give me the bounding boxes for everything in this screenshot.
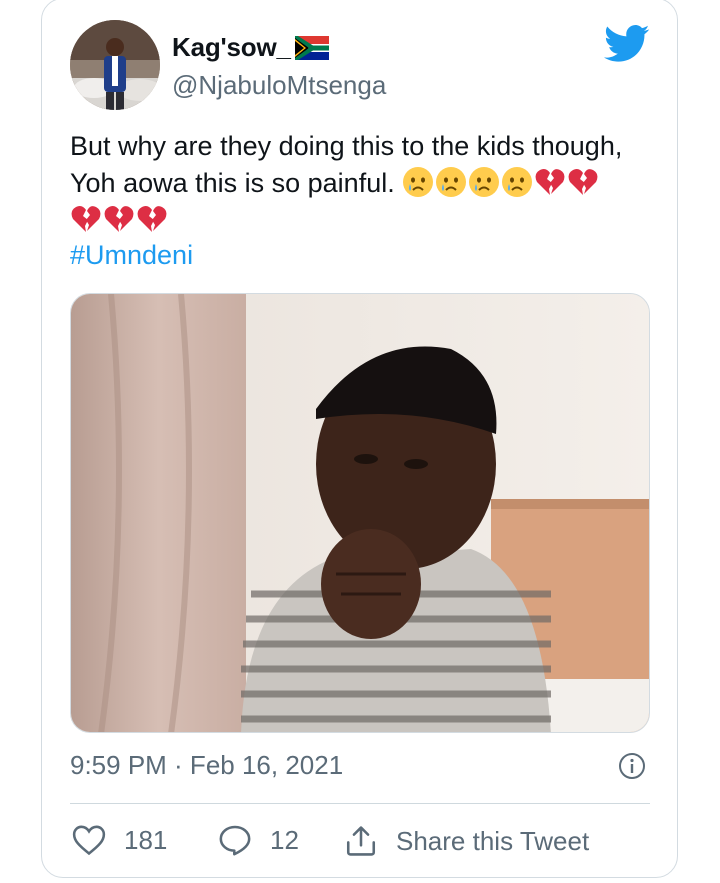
avatar[interactable] [70,20,160,110]
author-display-name[interactable]: Kag'sow_ [172,32,291,63]
twitter-bird-icon[interactable] [604,24,650,64]
crying-face-icon [403,167,434,197]
divider [70,803,650,804]
author-name-row[interactable]: Kag'sow_ [172,32,329,63]
hashtag-link[interactable]: #Umndeni [70,240,193,271]
profile-photo-icon [70,20,160,110]
broken-heart-icon [568,169,598,195]
tweet-text-line-1: But why are they doing this to the kids … [70,131,623,161]
author-handle[interactable]: @NjabuloMtsenga [172,70,386,101]
reply-button[interactable]: 12 [218,824,299,856]
info-icon[interactable] [618,752,646,780]
tweet-text-line-2: Yoh aowa this is so painful. [70,168,395,198]
broken-heart-icon [137,206,167,232]
south-africa-flag-icon [294,35,329,60]
tweet-media[interactable] [70,293,650,733]
broken-heart-icon [104,206,134,232]
share-label: Share this Tweet [396,825,590,856]
crying-face-icon [502,167,533,197]
broken-heart-icon [71,206,101,232]
reply-bubble-icon [219,825,251,856]
crying-face-icon [436,167,467,197]
share-button[interactable]: Share this Tweet [344,824,589,858]
share-icon [346,826,376,856]
reply-count: 12 [270,824,299,855]
crying-face-icon [469,167,500,197]
tweet-text: But why are they doing this to the kids … [70,128,660,239]
like-count: 181 [124,824,168,855]
child-praying-photo-icon [71,294,649,732]
heart-icon [72,825,106,856]
like-button[interactable]: 181 [72,824,167,856]
tweet-timestamp[interactable]: 9:59 PM · Feb 16, 2021 [70,750,343,781]
broken-heart-icon [535,169,565,195]
